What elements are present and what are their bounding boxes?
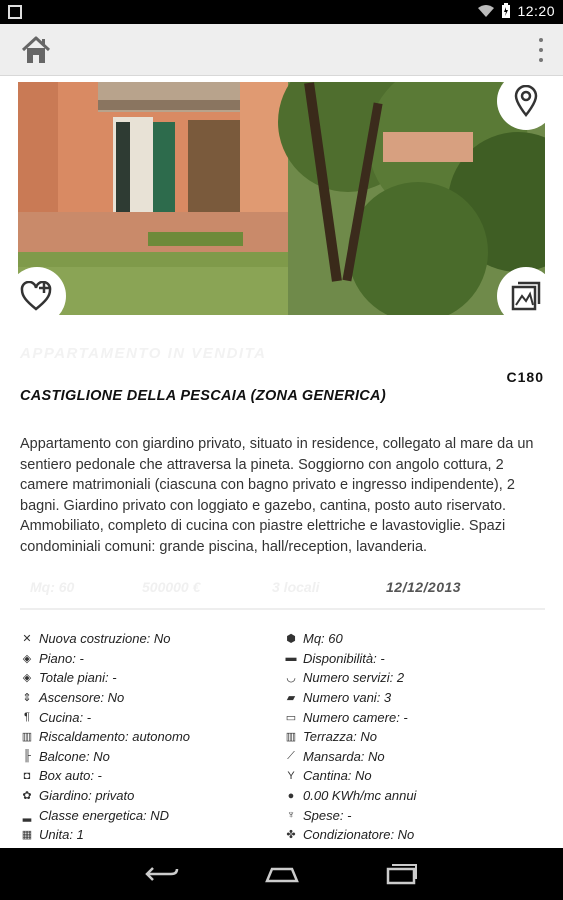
home-nav-icon	[265, 867, 299, 883]
wrench-icon: ✕	[22, 633, 32, 646]
detail-row: ▭ Numero camere: -	[285, 709, 408, 725]
divider	[20, 608, 545, 610]
attic-icon: ⟋	[287, 749, 295, 762]
property-photo[interactable]	[18, 82, 545, 315]
power-icon: ●	[287, 789, 295, 802]
detail-row: ¶ Cucina: -	[20, 707, 280, 727]
gallery-icon	[511, 281, 541, 311]
building-icon: ▦	[21, 829, 33, 842]
recents-button[interactable]	[380, 860, 424, 888]
sofa-icon: ▰	[286, 692, 296, 705]
back-icon	[145, 867, 179, 881]
layers-icon: ◈	[22, 652, 32, 665]
cutlery-icon: ¶	[24, 711, 30, 724]
terrace-icon: ▥	[285, 731, 297, 744]
wine-glass-icon: Y	[287, 769, 295, 782]
briefcase-icon: ▬	[285, 652, 297, 665]
detail-row: Y Cantina: No	[284, 766, 544, 786]
recents-icon	[386, 864, 417, 885]
map-pin-icon	[514, 85, 538, 117]
summary-mq: Mq: 60	[30, 579, 75, 595]
navigation-bar	[0, 848, 563, 900]
listing-title: CASTIGLIONE DELLA PESCAIA (ZONA GENERICA…	[20, 388, 386, 404]
detail-row: ✕ Nuova costruzione: No	[20, 629, 280, 649]
energy-bars-icon: ▂	[22, 809, 32, 822]
clock: 12:20	[517, 3, 555, 19]
car-icon: ◘	[23, 769, 31, 782]
detail-row: ▂ Classe energetica: ND	[20, 805, 280, 825]
detail-row: ◡ Numero servizi: 2	[284, 668, 544, 688]
radiator-icon: ▥	[21, 731, 33, 744]
detail-row: ✤ Condizionatore: No	[284, 825, 544, 845]
status-icons: 12:20	[477, 3, 555, 19]
battery-icon	[502, 3, 511, 18]
detail-row: ✿ Giardino: privato	[20, 786, 280, 806]
detail-row: ♆ Spese: -	[284, 805, 544, 825]
details-right-column: ⬢ Mq: 60 ▬ Disponibilità: - ◡ Numero serviz…	[284, 629, 544, 845]
detail-row: ╟ Balcone: No	[20, 747, 280, 767]
detail-row: ▥ Terrazza: No	[285, 729, 377, 745]
wifi-icon	[478, 5, 495, 17]
elevator-icon: ⇕	[22, 692, 32, 705]
balcony-icon: ╟	[23, 750, 31, 763]
home-icon	[21, 36, 51, 63]
detail-row: ⇕ Ascensore: No	[20, 688, 280, 708]
fan-icon: ✤	[286, 829, 296, 842]
summary-price: 500000 €	[142, 579, 201, 595]
overflow-menu-button[interactable]	[537, 38, 545, 62]
detail-row: ▦ Unita: 1	[21, 827, 84, 843]
detail-row: ◈ Totale piani: -	[20, 668, 280, 688]
listing-code: C180	[506, 369, 544, 385]
layers-icon: ◈	[22, 672, 32, 685]
detail-row: ⟋ Mansarda: No	[284, 747, 544, 767]
listing-description: Appartamento con giardino privato, situa…	[20, 436, 534, 555]
detail-row: ⬢ Mq: 60	[284, 629, 544, 649]
summary-rooms: 3 locali	[272, 579, 320, 595]
listing-summary: Mq: 60 500000 € 3 locali 12/12/2013	[20, 579, 545, 601]
status-bar: 12:20	[0, 0, 563, 24]
listing-content[interactable]: APPARTAMENTO IN VENDITA C180 CASTIGLIONE…	[0, 77, 563, 848]
heart-plus-icon	[20, 281, 52, 311]
detail-row: ◘ Box auto: -	[20, 766, 280, 786]
bed-icon: ▭	[285, 711, 297, 724]
home-nav-button[interactable]	[260, 860, 304, 888]
detail-row: ◈ Piano: -	[20, 649, 280, 669]
summary-date: 12/12/2013	[386, 579, 462, 595]
photo-illustration	[18, 82, 545, 315]
bathtub-icon: ◡	[286, 672, 296, 685]
detail-row: ▥ Riscaldamento: autonomo	[21, 729, 191, 745]
details-left-column: ✕ Nuova costruzione: No ◈ Piano: - ◈ Totale…	[20, 629, 280, 845]
flower-icon: ✿	[22, 790, 32, 803]
detail-row: ▬ Disponibilità: -	[285, 650, 385, 666]
coins-icon: ♆	[286, 809, 296, 822]
notification-icon	[8, 5, 22, 19]
cube-icon: ⬢	[286, 633, 296, 646]
action-bar	[0, 24, 563, 76]
back-button[interactable]	[140, 860, 184, 888]
detail-row: ▰ Numero vani: 3	[284, 688, 544, 708]
listing-type-watermark: APPARTAMENTO IN VENDITA	[20, 345, 267, 362]
home-button[interactable]	[18, 32, 54, 68]
detail-row: ● 0.00 KWh/mc annui	[284, 786, 544, 806]
